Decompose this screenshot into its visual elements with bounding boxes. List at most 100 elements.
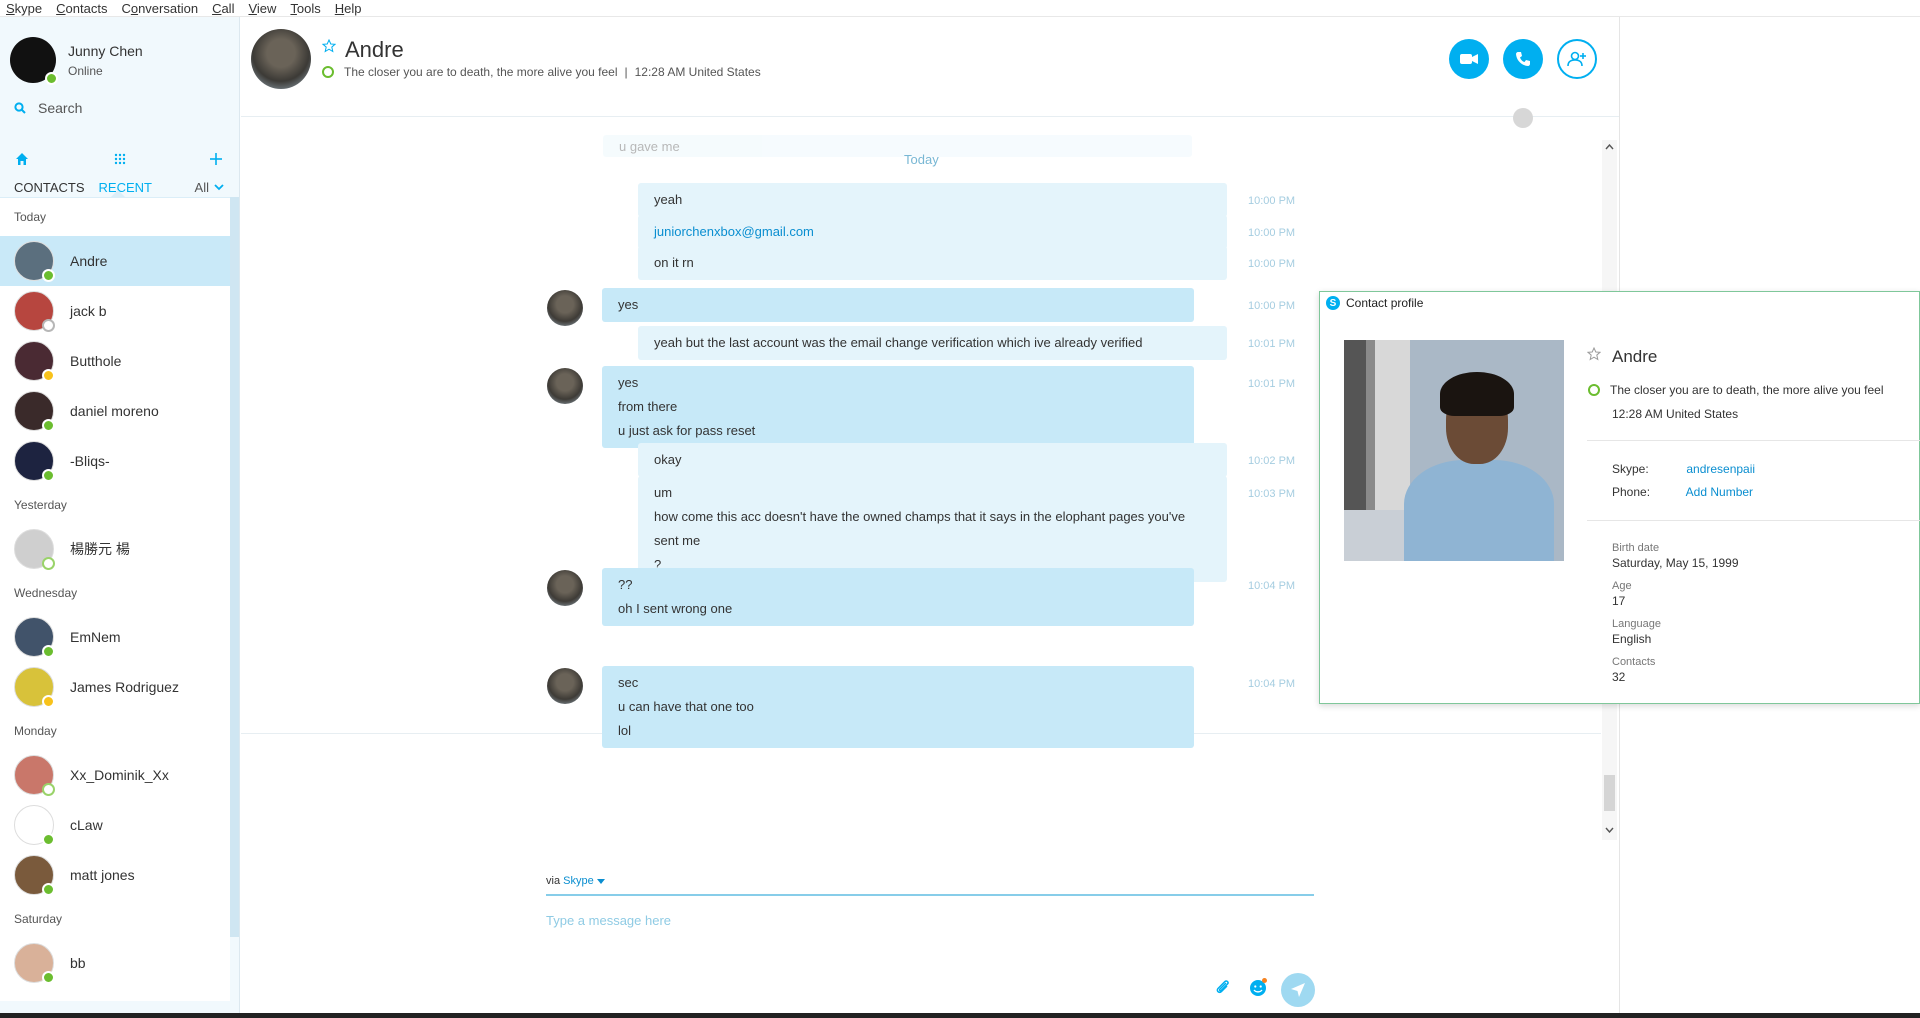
favorite-star-icon[interactable] [322,39,336,53]
contact-message-bubble[interactable]: yes [602,288,1194,322]
contact-list-item[interactable]: James Rodriguez [0,662,230,712]
message-text: how come this acc doesn't have the owned… [654,509,1186,524]
window-title-text: Contact profile [1346,296,1424,310]
avatar [14,291,55,332]
avatar [14,529,55,570]
contact-name: Andre [345,37,404,62]
divider [1587,440,1920,441]
contact-list-item[interactable]: Butthole [0,336,230,386]
menu-item[interactable]: Conversation [121,1,198,16]
my-message-bubble[interactable]: juniorchenxbox@gmail.com [638,215,1227,249]
online-status-icon [1588,384,1600,396]
contact-list-item[interactable]: EmNem [0,612,230,662]
avatar [14,391,55,432]
composer-divider [546,894,1314,896]
recent-list-scrollbar[interactable] [230,197,239,937]
scroll-thumb[interactable] [1604,775,1615,811]
my-name: Junny Chen [68,42,143,59]
recent-group-header: Yesterday [14,498,67,512]
scroll-down-icon[interactable] [1605,827,1614,833]
video-call-button[interactable] [1449,39,1489,79]
menu-item[interactable]: Skype [6,1,42,16]
window-title: S Contact profile [1326,296,1423,310]
message-bubble[interactable]: u gave me [603,135,1192,157]
message-text: okay [654,452,682,467]
taskbar-edge [0,1013,1920,1018]
contact-list-item[interactable]: Xx_Dominik_Xx [0,750,230,800]
filter-dropdown[interactable]: All [195,180,224,195]
message-text: yeah but the last account was the email … [654,335,1143,350]
sender-avatar[interactable] [547,290,583,326]
emoticon-button[interactable] [1246,975,1270,999]
contact-list-item[interactable]: jack b [0,286,230,336]
message-input[interactable]: Type a message here [546,913,671,928]
presence-icon [42,645,55,658]
via-label: via [546,875,561,887]
home-button[interactable] [11,148,33,170]
avatar [14,805,55,846]
contact-avatar[interactable] [251,29,311,89]
local-time: 12:28 AM United States [634,65,761,79]
menu-item[interactable]: Help [335,1,362,16]
sender-avatar[interactable] [547,668,583,704]
presence-icon [42,469,55,482]
avatar [14,441,55,482]
phone-label: Phone: [1612,485,1651,499]
search-box[interactable]: Search [14,100,82,116]
email-link[interactable]: juniorchenxbox@gmail.com [654,224,814,239]
contact-list-item[interactable]: matt jones [0,850,230,900]
contact-message-bubble[interactable]: ?? oh I sent wrong one [602,568,1194,626]
my-status[interactable]: Online [68,64,143,78]
my-message-bubble[interactable]: on it rn [638,246,1227,280]
contact-name: EmNem [70,629,121,645]
attach-file-button[interactable] [1211,975,1235,999]
home-icon [16,153,28,165]
via-selector[interactable]: via Skype [546,875,605,887]
sender-avatar[interactable] [547,570,583,606]
contact-message-bubble[interactable]: sec u can have that one too lol [602,666,1194,748]
my-message-bubble[interactable]: yeah but the last account was the email … [638,326,1227,360]
via-service[interactable]: Skype [563,875,594,887]
dialpad-button[interactable] [109,148,131,170]
scroll-up-icon[interactable] [1605,144,1614,150]
avatar [14,755,55,796]
tab-contacts[interactable]: CONTACTS [14,180,85,195]
contact-list-item[interactable]: 楊勝元 楊 [0,524,230,574]
contact-message-bubble[interactable]: yes from there u just ask for pass reset [602,366,1194,448]
contact-list-item[interactable]: cLaw [0,800,230,850]
message-text: sent me [654,533,701,548]
paperclip-icon [1216,980,1229,994]
message-text: ?? [618,577,633,592]
message-timestamp: 10:04 PM [1248,580,1296,592]
add-number-link[interactable]: Add Number [1686,485,1753,499]
presence-icon [42,269,55,282]
contact-list-item[interactable]: -Bliqs- [0,436,230,486]
my-message-bubble[interactable]: yeah [638,183,1227,217]
add-contact-button[interactable] [205,148,227,170]
contact-name: -Bliqs- [70,453,110,469]
message-text: from there [618,399,678,414]
contact-list-item[interactable]: daniel moreno [0,386,230,436]
sender-avatar[interactable] [547,368,583,404]
my-message-bubble[interactable]: okay [638,443,1227,477]
send-icon [1291,983,1305,997]
contacts-count-label: Contacts [1612,656,1656,668]
skype-name-value[interactable]: andresenpaii [1686,462,1755,476]
my-message-bubble[interactable]: um how come this acc doesn't have the own… [638,476,1227,582]
menu-item[interactable]: Contacts [56,1,107,16]
menu-item[interactable]: View [248,1,276,16]
my-profile[interactable]: Junny Chen Online [10,37,143,85]
contact-list-item[interactable]: Andre [0,236,230,286]
add-people-button[interactable] [1557,39,1597,79]
presence-icon [42,319,55,332]
contact-list-item[interactable]: bb [0,938,230,988]
send-button[interactable] [1281,973,1315,1007]
audio-call-button[interactable] [1503,39,1543,79]
message-text: u can have that one too [618,699,754,714]
contact-name: matt jones [70,867,135,883]
presence-icon [42,883,55,896]
favorite-star-icon[interactable] [1587,347,1601,361]
menu-item[interactable]: Tools [290,1,320,16]
menu-item[interactable]: Call [212,1,234,16]
chevron-down-icon [214,184,224,191]
